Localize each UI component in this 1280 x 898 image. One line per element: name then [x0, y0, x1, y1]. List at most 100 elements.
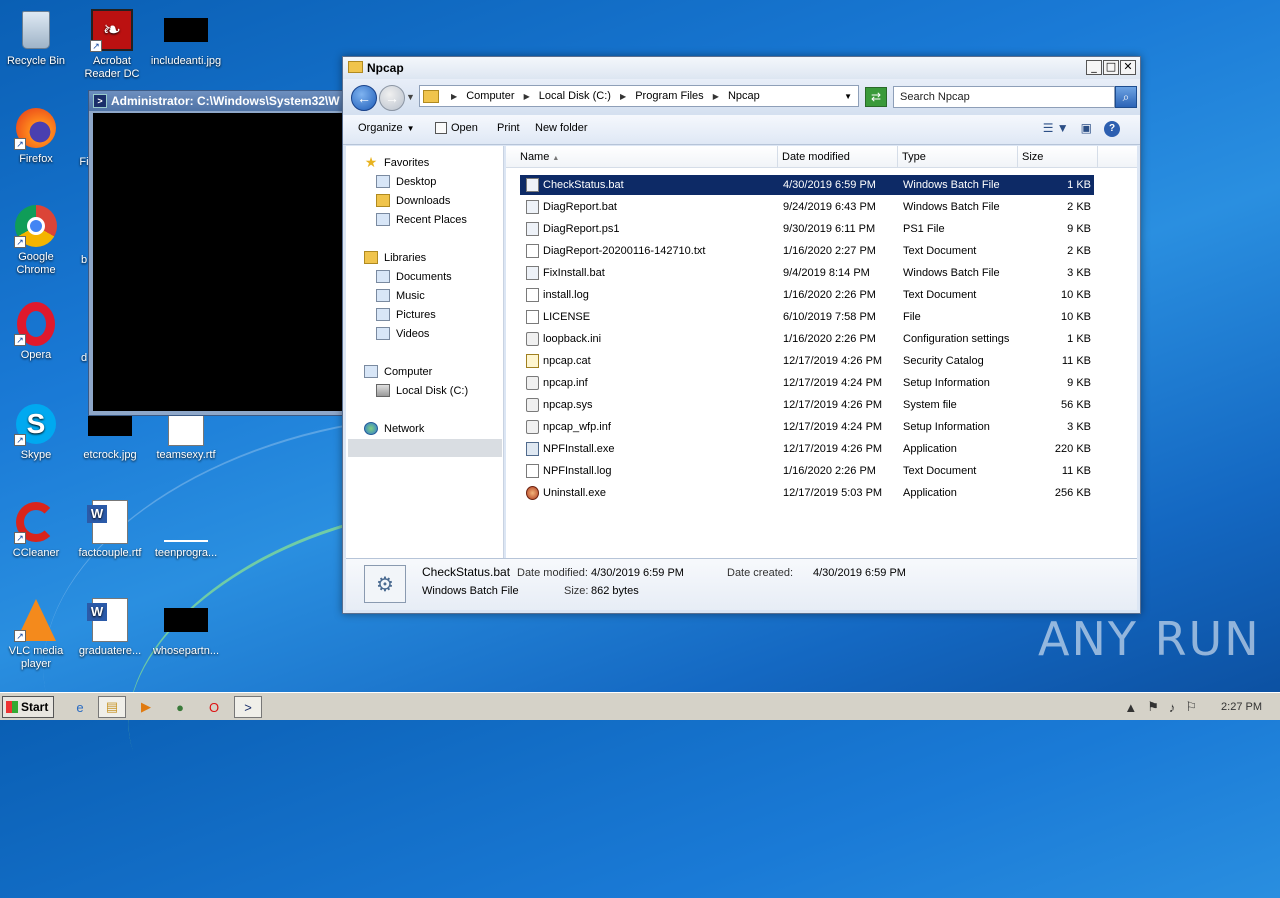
search-icon[interactable]: ⌕ — [1115, 86, 1137, 108]
desktop-icon-factcouple[interactable]: W factcouple.rtf — [72, 500, 148, 560]
clock[interactable]: 2:27 PM — [1221, 701, 1262, 713]
file-name: loopback.ini — [543, 333, 602, 345]
desktop-icon-label: factcouple.rtf — [78, 547, 142, 559]
chrome-taskbar-icon[interactable]: ● — [166, 696, 194, 718]
desktop-icon-skype[interactable]: S ↗ Skype — [0, 402, 74, 462]
chevron-right-icon[interactable]: ▶ — [524, 92, 530, 101]
image-file-icon — [164, 598, 208, 642]
breadcrumb: ▶ Computer ▶ Local Disk (C:) ▶ Program F… — [445, 90, 760, 102]
desktop-icon-label: VLC media player — [8, 645, 64, 670]
videos-icon — [376, 327, 390, 340]
desktop-icon-teenprogra[interactable]: teenprogra... — [148, 500, 224, 560]
console-window[interactable]: > Administrator: C:\Windows\System32\W — [88, 90, 350, 416]
column-header-date[interactable]: Date modified — [778, 146, 898, 168]
nav-music[interactable]: Music — [376, 289, 425, 302]
explorer-window[interactable]: Npcap _ □ ✕ ← → ▼ ▶ Computer ▶ Local Dis… — [342, 56, 1141, 614]
minimize-button[interactable]: _ — [1086, 60, 1102, 75]
breadcrumb-program-files[interactable]: Program Files — [635, 90, 703, 102]
desktop-icon-includeanti[interactable]: includeanti.jpg — [148, 8, 224, 68]
close-button[interactable]: ✕ — [1120, 60, 1136, 75]
ccleaner-icon: ↗ — [14, 500, 58, 544]
column-header-size[interactable]: Size — [1018, 146, 1098, 168]
opera-taskbar-icon[interactable]: O — [200, 696, 228, 718]
file-date-modified: 9/30/2019 6:11 PM — [783, 223, 876, 235]
details-size: 862 bytes — [591, 585, 639, 597]
desktop-icon-whosepartn[interactable]: whosepartn... — [148, 598, 224, 658]
column-label: Date modified — [782, 151, 850, 163]
volume-icon[interactable]: ♪ — [1169, 700, 1176, 715]
image-file-icon — [164, 8, 208, 52]
open-button[interactable]: Open — [435, 122, 478, 135]
drive-icon — [376, 384, 390, 397]
console-taskbar-icon[interactable]: > — [234, 696, 262, 718]
action-center-icon[interactable]: ⚑ — [1147, 699, 1159, 715]
file-size: 9 KB — [1067, 377, 1091, 389]
desktop-icon-acrobat[interactable]: ❧ ↗ Acrobat Reader DC — [74, 8, 150, 81]
breadcrumb-npcap[interactable]: Npcap — [728, 90, 760, 102]
nav-libraries[interactable]: Libraries — [364, 251, 426, 264]
forward-button[interactable]: → — [379, 85, 405, 111]
nav-label: Desktop — [396, 175, 437, 188]
help-icon[interactable]: ? — [1104, 121, 1120, 137]
chevron-right-icon[interactable]: ▶ — [451, 92, 457, 101]
nav-favorites[interactable]: ★ Favorites — [364, 155, 430, 169]
details-file-name: CheckStatus.bat — [422, 565, 511, 579]
media-player-icon[interactable]: ▶ — [132, 696, 160, 718]
ie-icon[interactable]: e — [66, 696, 94, 718]
nav-local-disk[interactable]: Local Disk (C:) — [376, 384, 468, 397]
explorer-taskbar-icon[interactable]: ▤ — [98, 696, 126, 718]
nav-recent-places[interactable]: Recent Places — [376, 213, 467, 226]
organize-button[interactable]: Organize ▼ — [358, 122, 415, 134]
desktop-icon-vlc[interactable]: ↗ VLC media player — [0, 598, 74, 671]
address-bar[interactable]: ▶ Computer ▶ Local Disk (C:) ▶ Program F… — [419, 85, 859, 107]
column-header-name[interactable]: Name ▲ — [506, 146, 778, 168]
file-date-modified: 1/16/2020 2:26 PM — [783, 289, 876, 301]
file-size: 256 KB — [1054, 487, 1091, 499]
start-button[interactable]: Start — [2, 696, 54, 718]
address-bar-area: ← → ▼ ▶ Computer ▶ Local Disk (C:) ▶ Pro… — [343, 79, 1140, 115]
nav-downloads[interactable]: Downloads — [376, 194, 450, 207]
folder-icon — [423, 89, 439, 103]
file-type: Text Document — [903, 289, 977, 301]
desktop-icon-label: graduatere... — [78, 645, 142, 657]
network-tray-icon[interactable]: ⚐ — [1185, 699, 1197, 715]
desktop-icon-graduatere[interactable]: W graduatere... — [72, 598, 148, 658]
breadcrumb-local-disk[interactable]: Local Disk (C:) — [539, 90, 611, 102]
nav-computer[interactable]: Computer — [364, 365, 432, 378]
desktop-icon-ccleaner[interactable]: ↗ CCleaner — [0, 500, 74, 560]
console-titlebar[interactable]: > Administrator: C:\Windows\System32\W — [89, 91, 349, 111]
back-button[interactable]: ← — [351, 85, 377, 111]
nav-network[interactable]: Network — [364, 422, 424, 435]
nav-label: Pictures — [396, 308, 436, 321]
recent-pages-dropdown[interactable]: ▼ — [406, 92, 415, 102]
console-output[interactable] — [93, 113, 345, 411]
file-name: DiagReport.bat — [543, 201, 617, 213]
view-options-icon[interactable]: ☰ ▼ — [1043, 121, 1069, 137]
file-type: Application — [903, 443, 957, 455]
chevron-right-icon[interactable]: ▶ — [713, 92, 719, 101]
new-folder-button[interactable]: New folder — [535, 122, 588, 134]
chevron-right-icon[interactable]: ▶ — [620, 92, 626, 101]
column-header-type[interactable]: Type — [898, 146, 1018, 168]
desktop-icon-recycle-bin[interactable]: Recycle Bin — [0, 8, 74, 68]
print-button[interactable]: Print — [497, 122, 520, 134]
nav-videos[interactable]: Videos — [376, 327, 429, 340]
nav-documents[interactable]: Documents — [376, 270, 452, 283]
bat-file-icon — [526, 200, 539, 214]
desktop-icon-label: Skype — [20, 449, 52, 461]
preview-pane-icon[interactable]: ▣ — [1081, 121, 1092, 137]
column-header-row: Name ▲ Date modified Type Size — [506, 146, 1137, 168]
breadcrumb-computer[interactable]: Computer — [466, 90, 514, 102]
desktop-icon-label: teamsexy.rtf — [156, 449, 216, 461]
documents-icon — [376, 270, 390, 283]
refresh-button[interactable]: ⇄ — [865, 87, 887, 107]
address-dropdown-icon[interactable]: ▼ — [844, 92, 852, 101]
nav-pictures[interactable]: Pictures — [376, 308, 436, 321]
nav-desktop[interactable]: Desktop — [376, 175, 436, 188]
show-hidden-icons-icon[interactable]: ▲ — [1124, 700, 1137, 715]
file-name: npcap_wfp.inf — [543, 421, 611, 433]
explorer-titlebar[interactable]: Npcap _ □ ✕ — [343, 57, 1140, 79]
maximize-button[interactable]: □ — [1103, 60, 1119, 75]
file-type: File — [903, 311, 921, 323]
search-input[interactable]: Search Npcap — [893, 86, 1115, 108]
